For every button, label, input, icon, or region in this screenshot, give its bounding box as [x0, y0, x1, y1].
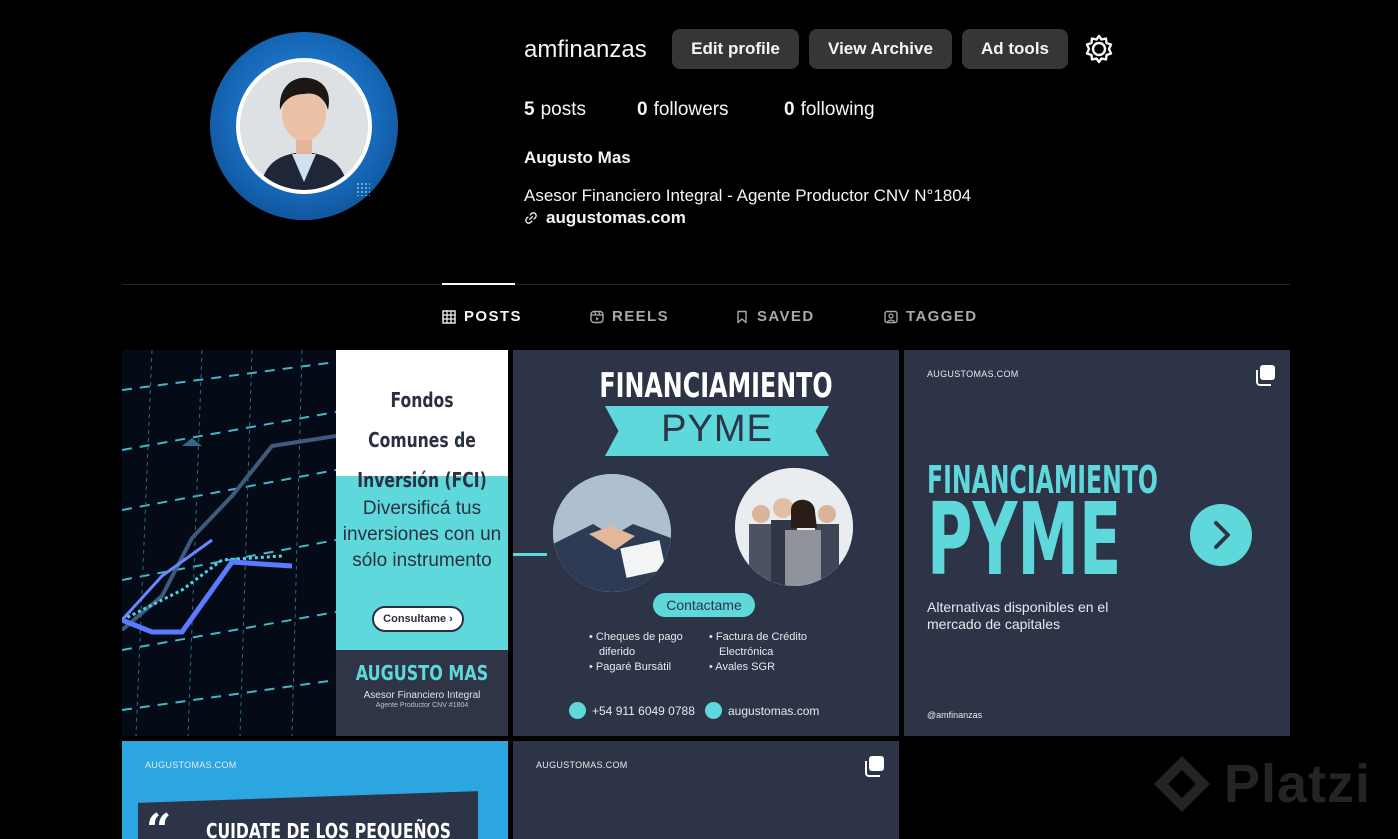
fci-cta: Consultame › [372, 606, 464, 632]
following-label: following [800, 99, 875, 120]
full-name: Augusto Mas [524, 148, 631, 167]
p3-subtitle: PYME [927, 481, 1122, 598]
followers-label: followers [653, 99, 729, 120]
tabs-divider [122, 284, 1290, 285]
active-tab-indicator [442, 283, 515, 285]
p2-accent-line [513, 553, 547, 556]
p2-bullet: • Avales SGR [709, 661, 776, 673]
fci-author-role: Asesor Financiero Integral [363, 690, 481, 701]
p2-bullet: • Factura de Crédito [709, 631, 808, 643]
team-photo [735, 468, 853, 586]
settings-gear-icon[interactable] [1083, 33, 1115, 65]
bookmark-icon [737, 310, 747, 323]
tab-posts[interactable]: POSTS [442, 308, 522, 325]
p4-headline: CUIDATE DE LOS PEQUEÑOS [206, 819, 452, 839]
p2-title: FINANCIAMIENTO [599, 366, 833, 406]
p2-bullet: • Cheques de pago [589, 631, 683, 643]
tab-posts-label: POSTS [464, 308, 522, 325]
avatar-photo [240, 62, 368, 190]
ad-tools-button[interactable]: Ad tools [962, 29, 1068, 69]
followers-count: 0 [637, 99, 648, 120]
p3-handle: @amfinanzas [927, 710, 983, 720]
fci-body: Diversificá tus inversiones con un sólo … [342, 498, 502, 571]
p5-site: AUGUSTOMAS.COM [536, 760, 628, 770]
post-financiamiento-pyme[interactable]: FINANCIAMIENTO PYME Contactame • Cheques… [513, 350, 899, 736]
carousel-icon [865, 756, 884, 777]
p2-bullets-right: • Factura de Crédito Electrónica • Avale… [709, 630, 807, 675]
p2-subtitle: PYME [661, 408, 773, 450]
handshake-photo [553, 474, 671, 592]
quote-icon: “ [146, 805, 172, 839]
globe-icon [705, 702, 722, 719]
bio-text: Asesor Financiero Integral - Agente Prod… [524, 186, 972, 205]
fci-author-license: Agente Productor CNV #1804 [375, 702, 469, 709]
p4-site: AUGUSTOMAS.COM [145, 760, 237, 770]
p2-bullets-left: • Cheques de pago diferido • Pagaré Burs… [589, 630, 683, 675]
platzi-text: Platzi [1224, 754, 1372, 814]
platzi-logo-icon [1154, 756, 1210, 812]
fci-author-name: AUGUSTO MAS [355, 661, 489, 685]
p2-bullet: • Pagaré Bursátil [589, 661, 672, 673]
following-count: 0 [784, 99, 795, 120]
carousel-icon [1256, 365, 1275, 386]
p2-bullet: diferido [599, 646, 636, 658]
p2-phone-text: +54 911 6049 0788 [592, 703, 695, 718]
followers-stat[interactable]: 0 followers [637, 99, 729, 121]
posts-count-stat: 5 posts [524, 99, 586, 121]
post-cuidate[interactable]: AUGUSTOMAS.COM “ CUIDATE DE LOS PEQUEÑOS [122, 741, 508, 839]
p3-site: AUGUSTOMAS.COM [927, 369, 1019, 379]
posts-count: 5 [524, 99, 535, 120]
avatar[interactable] [236, 58, 372, 194]
ring-dots [356, 182, 370, 196]
p3-caption: Alternativas disponibles en el mercado d… [927, 599, 1109, 632]
edit-profile-button[interactable]: Edit profile [672, 29, 799, 69]
p2-phone: +54 911 6049 0788 [569, 702, 695, 719]
post-carousel-5[interactable]: AUGUSTOMAS.COM [513, 741, 899, 839]
p2-contact-pill: Contactame [653, 593, 755, 617]
tab-tagged-label: TAGGED [906, 308, 978, 325]
reels-icon [590, 310, 604, 323]
tagged-icon [884, 310, 898, 323]
p2-site-text: augustomas.com [728, 703, 820, 718]
view-archive-button[interactable]: View Archive [809, 29, 952, 69]
following-stat[interactable]: 0 following [784, 99, 875, 121]
p2-site: augustomas.com [705, 702, 819, 719]
post-financiamiento-pyme-carousel[interactable]: AUGUSTOMAS.COM FINANCIAMIENTO PYME Alter… [904, 350, 1290, 736]
posts-label: posts [540, 99, 586, 120]
post-fci[interactable]: Fondos Comunes de Inversión (FCI) Divers… [122, 350, 508, 736]
username: amfinanzas [524, 36, 647, 63]
tab-saved[interactable]: SAVED [735, 308, 815, 325]
tab-reels[interactable]: REELS [590, 308, 669, 325]
grid-icon [442, 309, 456, 324]
p2-bullet: Electrónica [719, 646, 774, 658]
team-image [735, 468, 853, 586]
link-icon [525, 212, 537, 224]
fci-title: Fondos Comunes de Inversión (FCI) [357, 388, 487, 492]
bio-link-text[interactable]: augustomas.com [546, 208, 686, 228]
bio-link[interactable]: augustomas.com [524, 208, 686, 228]
tab-tagged[interactable]: TAGGED [884, 308, 977, 325]
tab-reels-label: REELS [612, 308, 670, 325]
stock-chart-graphic [122, 350, 336, 736]
handshake-image [553, 474, 671, 592]
tab-saved-label: SAVED [757, 308, 815, 325]
next-arrow-icon [1190, 504, 1252, 566]
platzi-watermark: Platzi [1150, 752, 1371, 816]
phone-icon [569, 702, 586, 719]
